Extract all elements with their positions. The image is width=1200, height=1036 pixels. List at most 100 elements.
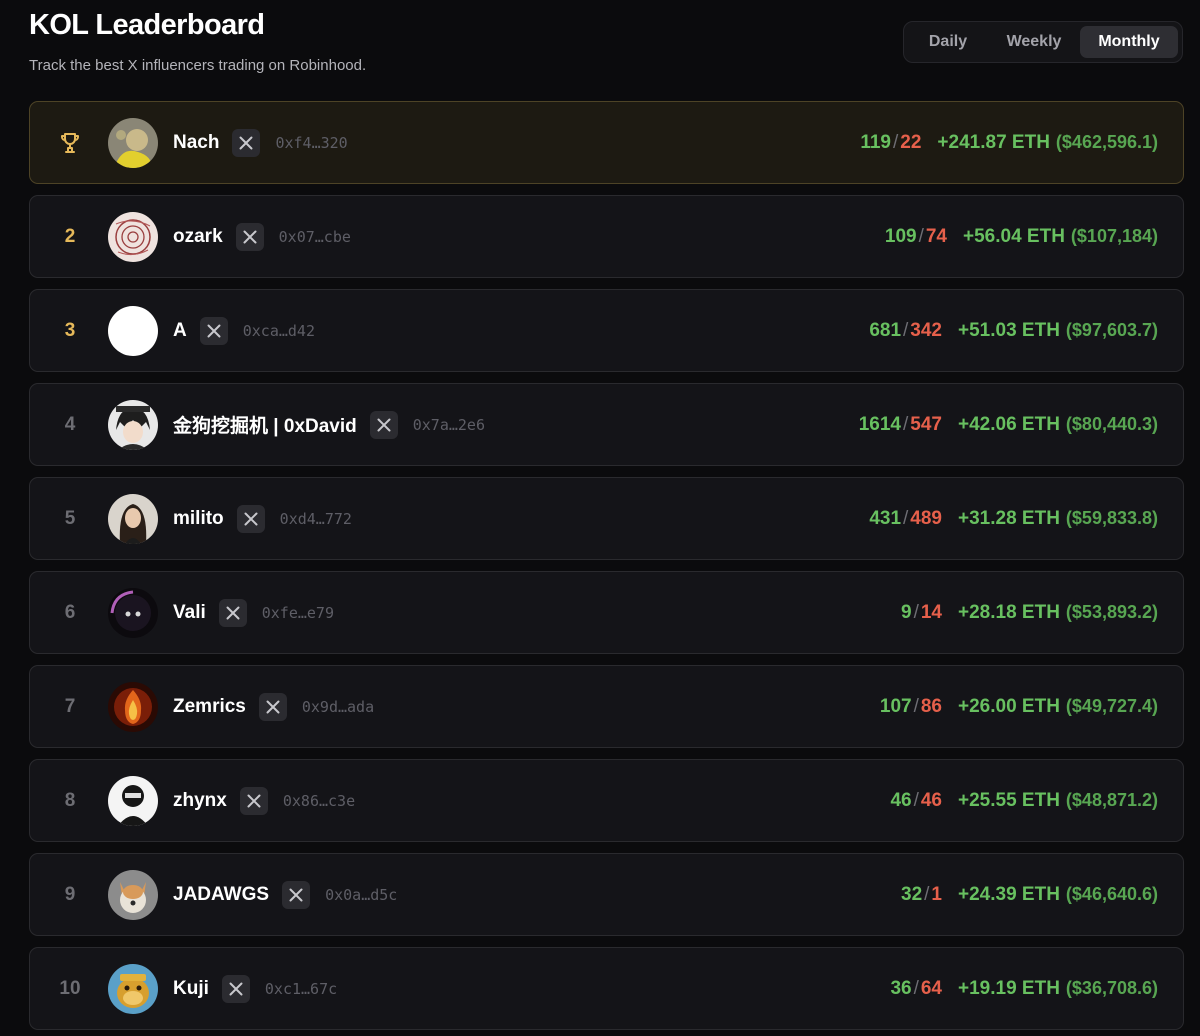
stats: 46/46 +25.55 ETH ($48,871.2) <box>890 760 1158 841</box>
wins-count: 681 <box>869 319 902 341</box>
losses-count: 14 <box>920 601 942 623</box>
rank-number: 3 <box>64 319 76 341</box>
page-subtitle: Track the best X influencers trading on … <box>29 57 367 74</box>
stats: 1614/547 +42.06 ETH ($80,440.3) <box>859 384 1158 465</box>
x-profile-link[interactable] <box>258 692 287 721</box>
wallet-address[interactable]: 0x86…c3e <box>283 792 355 810</box>
wallet-address[interactable]: 0x9d…ada <box>302 698 374 716</box>
user-name[interactable]: JADAWGS <box>173 884 269 906</box>
user-name[interactable]: Vali <box>173 602 206 624</box>
stats: 9/14 +28.18 ETH ($53,893.2) <box>901 572 1158 653</box>
pnl-usd: ($59,833.8) <box>1065 508 1158 528</box>
user-name[interactable]: Zemrics <box>173 696 246 718</box>
pnl-eth: +26.00 ETH <box>958 695 1060 717</box>
pnl-eth: +24.39 ETH <box>958 883 1060 905</box>
user-name[interactable]: 金狗挖掘机 | 0xDavid <box>173 411 357 438</box>
wallet-address[interactable]: 0x7a…2e6 <box>413 416 485 434</box>
x-logo-icon <box>243 230 257 243</box>
rank-number: 2 <box>64 225 76 247</box>
user-name[interactable]: Nach <box>173 132 219 154</box>
pnl-usd: ($49,727.4) <box>1065 696 1158 716</box>
leaderboard-row[interactable]: 2 ozark 0x07…cbe 109/74 +56.04 ETH ($107… <box>29 195 1184 278</box>
period-selector: Daily Weekly Monthly <box>903 21 1183 63</box>
avatar-yellow-character-icon <box>108 117 158 168</box>
x-profile-link[interactable] <box>239 786 268 815</box>
wins-count: 109 <box>884 225 917 247</box>
losses-count: 46 <box>920 789 942 811</box>
rank-number: 10 <box>59 977 81 999</box>
pnl-usd: ($80,440.3) <box>1065 414 1158 434</box>
user-name[interactable]: zhynx <box>173 790 227 812</box>
x-logo-icon <box>207 324 221 337</box>
losses-count: 86 <box>920 695 942 717</box>
x-profile-link[interactable] <box>235 222 264 251</box>
user-name[interactable]: Kuji <box>173 978 209 1000</box>
avatar-anime-character-icon <box>108 399 158 450</box>
tab-daily[interactable]: Daily <box>908 26 988 58</box>
avatar-fire-icon <box>108 681 158 732</box>
losses-count: 64 <box>920 977 942 999</box>
x-profile-link[interactable] <box>221 974 250 1003</box>
pnl-eth: +56.04 ETH <box>963 225 1065 247</box>
x-profile-link[interactable] <box>369 410 398 439</box>
wallet-address[interactable]: 0x07…cbe <box>279 228 351 246</box>
avatar-dark-figure-icon <box>108 587 158 638</box>
user-name[interactable]: ozark <box>173 226 223 248</box>
losses-count: 22 <box>900 131 922 153</box>
leaderboard-row[interactable]: 8 zhynx 0x86…c3e 46/46 +25.55 ETH ($48,8… <box>29 759 1184 842</box>
wins-count: 107 <box>879 695 912 717</box>
avatar-portrait-icon <box>108 493 158 544</box>
x-profile-link[interactable] <box>282 880 311 909</box>
x-profile-link[interactable] <box>199 316 228 345</box>
rank-number: 8 <box>64 789 76 811</box>
slash-separator: / <box>913 601 919 623</box>
slash-separator: / <box>913 695 919 717</box>
user-name[interactable]: A <box>173 320 187 342</box>
losses-count: 489 <box>910 507 942 529</box>
leaderboard-row[interactable]: Nach 0xf4…320 119/22 +241.87 ETH ($462,5… <box>29 101 1184 184</box>
wallet-address[interactable]: 0xc1…67c <box>265 980 337 998</box>
x-logo-icon <box>226 606 240 619</box>
stats: 107/86 +26.00 ETH ($49,727.4) <box>880 666 1158 747</box>
user-name[interactable]: milito <box>173 508 224 530</box>
slash-separator: / <box>918 225 924 247</box>
slash-separator: / <box>903 507 909 529</box>
rank-number: 4 <box>64 413 76 435</box>
wallet-address[interactable]: 0xf4…320 <box>275 134 347 152</box>
losses-count: 74 <box>925 225 947 247</box>
x-logo-icon <box>239 136 253 149</box>
leaderboard-row[interactable]: 5 milito 0xd4…772 431/489 +31.28 ETH ($5… <box>29 477 1184 560</box>
slash-separator: / <box>913 789 919 811</box>
losses-count: 1 <box>931 883 942 905</box>
wallet-address[interactable]: 0x0a…d5c <box>325 886 397 904</box>
stats: 681/342 +51.03 ETH ($97,603.7) <box>869 290 1158 371</box>
x-logo-icon <box>247 794 261 807</box>
pnl-usd: ($107,184) <box>1070 226 1158 246</box>
x-logo-icon <box>377 418 391 431</box>
leaderboard-row[interactable]: 4 金狗挖掘机 | 0xDavid 0x7a…2e6 1614/547 +42.… <box>29 383 1184 466</box>
wallet-address[interactable]: 0xfe…e79 <box>262 604 334 622</box>
pnl-usd: ($46,640.6) <box>1065 884 1158 904</box>
pnl-eth: +51.03 ETH <box>958 319 1060 341</box>
leaderboard-row[interactable]: 7 Zemrics 0x9d…ada 107/86 +26.00 ETH ($4… <box>29 665 1184 748</box>
tab-weekly[interactable]: Weekly <box>988 26 1080 58</box>
wins-count: 431 <box>869 507 902 529</box>
slash-separator: / <box>893 131 899 153</box>
page-title: KOL Leaderboard <box>29 9 265 41</box>
leaderboard-row[interactable]: 9 JADAWGS 0x0a…d5c 32/1 +24.39 ETH ($46,… <box>29 853 1184 936</box>
tab-monthly[interactable]: Monthly <box>1080 26 1178 58</box>
wins-count: 46 <box>890 789 912 811</box>
wallet-address[interactable]: 0xd4…772 <box>280 510 352 528</box>
x-logo-icon <box>229 982 243 995</box>
rank-number: 7 <box>64 695 76 717</box>
leaderboard-row[interactable]: 6 Vali 0xfe…e79 9/14 +28.18 ETH ($53,893… <box>29 571 1184 654</box>
x-profile-link[interactable] <box>232 128 261 157</box>
pnl-eth: +19.19 ETH <box>958 977 1060 999</box>
wallet-address[interactable]: 0xca…d42 <box>243 322 315 340</box>
leaderboard-row[interactable]: 3 A 0xca…d42 681/342 +51.03 ETH ($97,603… <box>29 289 1184 372</box>
x-profile-link[interactable] <box>236 504 265 533</box>
stats: 32/1 +24.39 ETH ($46,640.6) <box>901 854 1158 935</box>
slash-separator: / <box>903 413 909 435</box>
x-profile-link[interactable] <box>218 598 247 627</box>
leaderboard-row[interactable]: 10 Kuji 0xc1…67c 36/64 +19.19 ETH ($36,7… <box>29 947 1184 1030</box>
